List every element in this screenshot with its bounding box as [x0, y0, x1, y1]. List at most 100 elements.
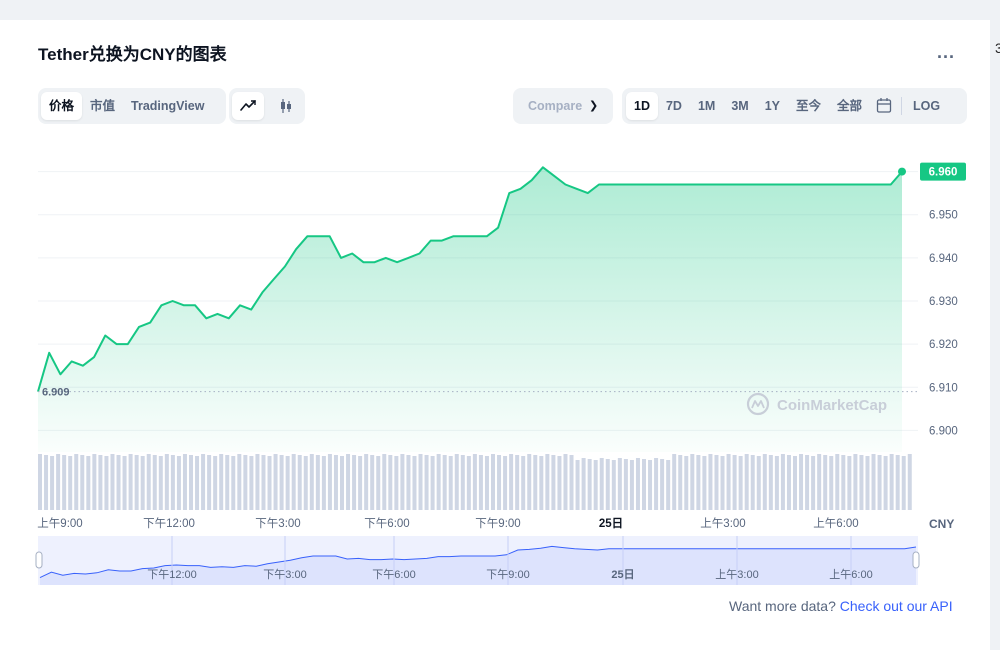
- volume-bar: [382, 454, 387, 510]
- volume-bar: [376, 456, 381, 510]
- volume-bar: [617, 458, 622, 510]
- volume-bar: [110, 454, 115, 510]
- volume-bar: [38, 454, 42, 510]
- volume-bar: [793, 456, 797, 510]
- volume-bar: [829, 456, 834, 510]
- volume-bar: [871, 454, 876, 510]
- y-tick-label: 6.900: [929, 425, 958, 437]
- volume-bar: [158, 456, 163, 510]
- current-price-tag: 6.960: [920, 162, 966, 181]
- navigator-tick-label: 下午6:00: [372, 568, 415, 581]
- x-tick-label: 下午9:00: [475, 517, 520, 530]
- volume-bar: [865, 456, 870, 510]
- volume-bar: [346, 454, 351, 510]
- volume-bar: [515, 455, 520, 510]
- x-tick-label: 下午12:00: [143, 517, 195, 530]
- navigator-tick-label: 下午9:00: [486, 568, 529, 581]
- volume-bar: [823, 455, 828, 510]
- volume-bar: [835, 454, 840, 510]
- volume-bar: [231, 456, 236, 510]
- volume-bar: [545, 454, 550, 510]
- volume-bar: [841, 455, 846, 510]
- y-tick-label: 6.930: [929, 296, 958, 308]
- volume-bar: [901, 456, 906, 510]
- navigator-tick-label: 下午12:00: [147, 568, 197, 581]
- x-tick-label: 上午6:00: [813, 517, 858, 530]
- volume-bar: [768, 455, 773, 510]
- volume-bar: [273, 454, 278, 510]
- volume-bar: [237, 454, 242, 510]
- volume-bar: [569, 455, 574, 510]
- volume-bar: [134, 455, 139, 510]
- y-tick-label: 6.950: [929, 210, 958, 222]
- navigator-tick-label: 25日: [611, 568, 634, 581]
- volume-bar: [460, 455, 465, 510]
- volume-bar: [672, 454, 677, 510]
- volume-bar: [62, 455, 67, 510]
- volume-bar: [557, 456, 562, 510]
- volume-bar: [847, 456, 852, 510]
- volume-bar: [581, 458, 586, 510]
- navigator-right-handle[interactable]: [912, 551, 920, 569]
- api-link[interactable]: Check out our API: [840, 598, 953, 614]
- volume-bar: [207, 455, 212, 510]
- y-tick-label: 6.920: [929, 339, 958, 351]
- volume-bar: [92, 454, 97, 510]
- volume-bar: [521, 456, 526, 510]
- volume-bar: [666, 460, 671, 510]
- volume-bar: [249, 456, 254, 510]
- volume-bar: [720, 456, 725, 510]
- volume-bar: [122, 456, 127, 510]
- price-chart[interactable]: CoinMarketCap 6.909 6.900 6.910 6.920 6.930…: [0, 0, 1000, 650]
- navigator-tick-label: 上午3:00: [715, 568, 758, 581]
- navigator-tick-label: 上午6:00: [829, 568, 872, 581]
- volume-bar: [213, 456, 218, 510]
- volume-bar: [539, 456, 544, 510]
- volume-bar: [684, 456, 689, 510]
- volume-bar: [358, 456, 363, 510]
- volume-bar: [170, 455, 175, 510]
- volume-bar: [648, 460, 653, 510]
- x-tick-label: 25日: [599, 517, 623, 530]
- x-tick-label: 上午9:00: [37, 517, 82, 530]
- volume-bar: [394, 456, 399, 510]
- volume-bar: [454, 454, 459, 510]
- navigator-left-handle[interactable]: [35, 551, 43, 569]
- volume-bar: [744, 454, 749, 510]
- volume-bar: [660, 459, 665, 510]
- volume-bar: [509, 454, 514, 510]
- navigator-tick-label: 下午3:00: [263, 568, 306, 581]
- volume-bar: [364, 454, 369, 510]
- volume-bar: [448, 456, 453, 510]
- volume-bar: [261, 455, 266, 510]
- volume-bar: [817, 454, 822, 510]
- volume-bar: [370, 455, 375, 510]
- volume-bar: [285, 456, 290, 510]
- volume-bar: [74, 454, 79, 510]
- volume-bar: [774, 456, 779, 510]
- volume-bar: [623, 459, 628, 510]
- volume-bar: [629, 460, 634, 510]
- volume-bar: [315, 455, 320, 510]
- range-navigator[interactable]: 下午12:00 下午3:00 下午6:00 下午9:00 25日 上午3:00 上午6:00: [35, 536, 920, 585]
- volume-bar: [56, 454, 61, 510]
- volume-bar: [654, 458, 659, 510]
- volume-bar: [436, 454, 441, 510]
- start-price-label: 6.909: [42, 387, 70, 399]
- volume-bar: [678, 455, 683, 510]
- volume-bar: [333, 455, 338, 510]
- volume-bar: [80, 455, 85, 510]
- volume-bar: [635, 458, 640, 510]
- volume-bar: [497, 455, 502, 510]
- volume-bar: [714, 455, 719, 510]
- volume-bar: [732, 455, 737, 510]
- volume-bar: [430, 456, 435, 510]
- volume-bar: [853, 454, 858, 510]
- volume-bar: [243, 455, 248, 510]
- volume-bar: [690, 454, 695, 510]
- api-promo-text: Want more data?: [729, 598, 840, 614]
- volume-bar: [478, 455, 483, 510]
- volume-bar: [780, 454, 785, 510]
- volume-bar: [267, 456, 272, 510]
- x-tick-label: 上午3:00: [700, 517, 745, 530]
